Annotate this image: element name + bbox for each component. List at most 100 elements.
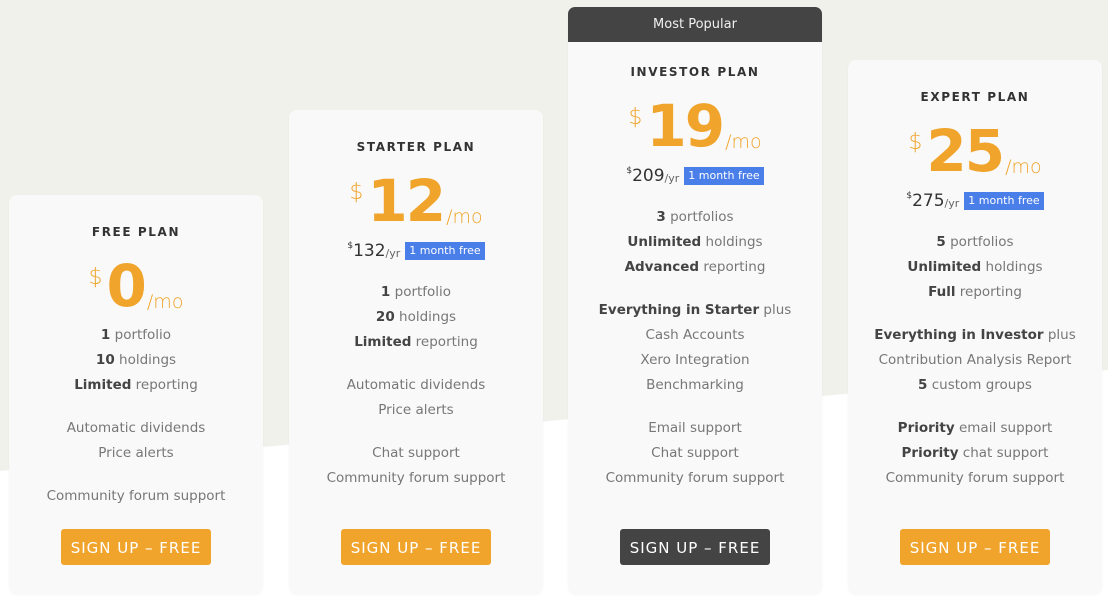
- feature-text: portfolio: [390, 284, 452, 300]
- feature-text: Benchmarking: [646, 377, 744, 393]
- feature-text: reporting: [699, 259, 766, 275]
- yearly-amount: 209: [632, 166, 665, 186]
- feature-item: Everything in Investor plus: [848, 323, 1102, 348]
- feature-text: reporting: [955, 284, 1022, 300]
- feature-item: Xero Integration: [568, 348, 822, 373]
- feature-text: portfolio: [110, 327, 172, 343]
- feature-text: Community forum support: [46, 488, 226, 504]
- feature-item: 20 holdings: [289, 305, 543, 330]
- currency-symbol: $: [88, 265, 103, 290]
- feature-item: Chat support: [568, 441, 822, 466]
- price: $ 19 /mo: [568, 91, 822, 159]
- feature-text: holdings: [701, 234, 763, 250]
- feature-text: Automatic dividends: [346, 377, 486, 393]
- yearly-price: $ 132 /yr 1 month free: [289, 240, 543, 262]
- feature-highlight: Limited: [354, 334, 412, 350]
- yearly-amount: 275: [912, 191, 945, 211]
- price-period: /mo: [446, 206, 483, 228]
- price-amount: 0: [106, 252, 147, 320]
- plan-card-investor: Most Popular INVESTOR PLAN $ 19 /mo $ 20…: [568, 7, 822, 594]
- feature-text: Automatic dividends: [66, 420, 206, 436]
- feature-text: Cash Accounts: [645, 327, 745, 343]
- feature-highlight: Limited: [74, 377, 132, 393]
- feature-item: Automatic dividends: [9, 416, 263, 441]
- yearly-period: /yr: [385, 246, 401, 260]
- plan-name: INVESTOR PLAN: [630, 65, 760, 79]
- discount-badge: 1 month free: [964, 192, 1044, 210]
- feature-item: Community forum support: [848, 466, 1102, 491]
- yearly-period: /yr: [664, 171, 680, 185]
- yearly-price: $ 275 /yr 1 month free: [848, 190, 1102, 212]
- feature-item: Limited reporting: [9, 373, 263, 398]
- feature-text: Price alerts: [98, 445, 174, 461]
- feature-item: 5 portfolios: [848, 230, 1102, 255]
- feature-highlight: 10: [95, 352, 115, 368]
- feature-highlight: Priority: [897, 420, 955, 436]
- price: $ 12 /mo: [289, 166, 543, 234]
- feature-item: Benchmarking: [568, 373, 822, 398]
- feature-highlight: 3: [656, 209, 666, 225]
- feature-item: Cash Accounts: [568, 323, 822, 348]
- feature-item: Full reporting: [848, 280, 1102, 305]
- feature-text: custom groups: [927, 377, 1032, 393]
- price-amount: 19: [646, 92, 725, 160]
- feature-highlight: Unlimited: [907, 259, 982, 275]
- feature-group: Email support Chat support Community forum…: [568, 416, 822, 491]
- price-amount: 12: [367, 167, 446, 235]
- feature-highlight: Unlimited: [627, 234, 702, 250]
- plan-card-free: FREE PLAN $ 0 /mo 1 portfolio 10 holdings…: [9, 195, 263, 594]
- sign-up-button-starter[interactable]: SIGN UP – FREE: [341, 529, 491, 565]
- feature-text: holdings: [981, 259, 1043, 275]
- feature-list: 1 portfolio 20 holdings Limited reporting A…: [289, 280, 543, 491]
- feature-text: Community forum support: [326, 470, 506, 486]
- plan-card-starter: STARTER PLAN $ 12 /mo $ 132 /yr 1 month …: [289, 110, 543, 594]
- feature-item: 10 holdings: [9, 348, 263, 373]
- feature-highlight: Everything in Investor: [874, 327, 1044, 343]
- feature-highlight: 1: [380, 284, 391, 300]
- currency-symbol: $: [349, 180, 364, 205]
- feature-group: 5 portfolios Unlimited holdings Full repor…: [848, 230, 1102, 305]
- feature-text: reporting: [131, 377, 198, 393]
- feature-group: Everything in Investor plus Contribution …: [848, 323, 1102, 398]
- sign-up-button-free[interactable]: SIGN UP – FREE: [61, 529, 211, 565]
- feature-item: Unlimited holdings: [848, 255, 1102, 280]
- feature-text: email support: [954, 420, 1053, 436]
- feature-item: Priority chat support: [848, 441, 1102, 466]
- feature-text: Chat support: [372, 445, 460, 461]
- discount-badge: 1 month free: [684, 167, 764, 185]
- feature-highlight: 1: [100, 327, 111, 343]
- feature-item: Price alerts: [9, 441, 263, 466]
- feature-text: holdings: [394, 309, 457, 325]
- feature-item: Limited reporting: [289, 330, 543, 355]
- feature-highlight: Full: [928, 284, 956, 300]
- feature-item: 1 portfolio: [9, 323, 263, 348]
- price: $ 0 /mo: [9, 251, 263, 319]
- price-period: /mo: [1005, 156, 1042, 178]
- feature-group: Everything in Starter plus Cash Accounts X…: [568, 298, 822, 398]
- plan-name: FREE PLAN: [91, 225, 181, 239]
- currency-symbol: $: [908, 130, 923, 155]
- feature-group: 1 portfolio 20 holdings Limited reporting: [289, 280, 543, 355]
- feature-item: Advanced reporting: [568, 255, 822, 280]
- feature-item: Everything in Starter plus: [568, 298, 822, 323]
- feature-item: Email support: [568, 416, 822, 441]
- feature-item: Automatic dividends: [289, 373, 543, 398]
- feature-item: 1 portfolio: [289, 280, 543, 305]
- feature-item: Unlimited holdings: [568, 230, 822, 255]
- feature-highlight: Everything in Starter: [598, 302, 760, 318]
- feature-highlight: 5: [936, 234, 946, 250]
- sign-up-button-expert[interactable]: SIGN UP – FREE: [900, 529, 1050, 565]
- feature-text: Chat support: [651, 445, 739, 461]
- sign-up-button-investor[interactable]: SIGN UP – FREE: [620, 529, 770, 565]
- feature-text: Price alerts: [378, 402, 454, 418]
- feature-highlight: 20: [375, 309, 395, 325]
- feature-item: Contribution Analysis Report: [848, 348, 1102, 373]
- feature-list: 5 portfolios Unlimited holdings Full repor…: [848, 230, 1102, 491]
- feature-group: Automatic dividends Price alerts: [289, 373, 543, 423]
- price-period: /mo: [146, 291, 184, 313]
- feature-list: 3 portfolios Unlimited holdings Advanced r…: [568, 205, 822, 491]
- price-amount: 25: [926, 117, 1005, 185]
- plan-card-expert: EXPERT PLAN $ 25 /mo $ 275 /yr 1 month f…: [848, 60, 1102, 594]
- feature-text: plus: [1043, 327, 1076, 343]
- feature-highlight: 5: [918, 377, 928, 393]
